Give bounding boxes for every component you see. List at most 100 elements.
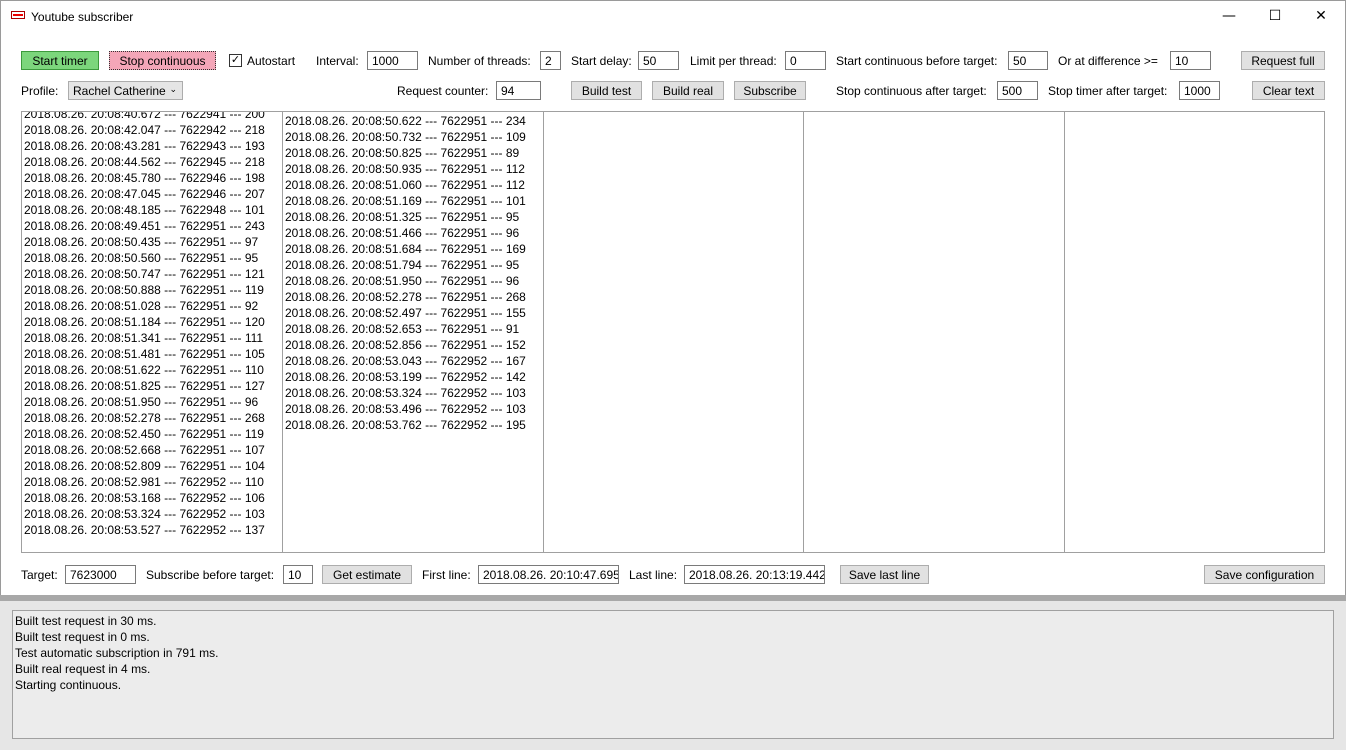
interval-input[interactable]: 1000	[367, 51, 418, 70]
list-item: 2018.08.26. 20:08:51.169 --- 7622951 ---…	[285, 194, 526, 208]
start-continuous-input[interactable]: 50	[1008, 51, 1048, 70]
list-item: 2018.08.26. 20:08:50.747 --- 7622951 ---…	[24, 267, 265, 281]
app-icon	[11, 11, 25, 19]
list-item: 2018.08.26. 20:08:53.527 --- 7622952 ---…	[24, 523, 265, 537]
list-item: 2018.08.26. 20:08:51.325 --- 7622951 ---…	[285, 210, 520, 224]
list-item: 2018.08.26. 20:08:51.794 --- 7622951 ---…	[285, 258, 520, 272]
clear-text-button[interactable]: Clear text	[1252, 81, 1325, 100]
list-item: 2018.08.26. 20:08:52.653 --- 7622951 ---…	[285, 322, 520, 336]
list-item: 2018.08.26. 20:08:48.185 --- 7622948 ---…	[24, 203, 265, 217]
start-delay-input[interactable]: 50	[638, 51, 679, 70]
start-continuous-label: Start continuous before target:	[836, 54, 998, 68]
save-last-line-button[interactable]: Save last line	[840, 565, 929, 584]
limit-per-thread-input[interactable]: 0	[785, 51, 826, 70]
list-item: 2018.08.26. 20:08:53.043 --- 7622952 ---…	[285, 354, 526, 368]
target-label: Target:	[21, 568, 58, 582]
log-panel-1[interactable]: 2018.08.26. 20:08:40.672 --- 7622941 ---…	[21, 111, 283, 553]
list-item: 2018.08.26. 20:08:50.825 --- 7622951 ---…	[285, 146, 520, 160]
list-item: 2018.08.26. 20:08:51.060 --- 7622951 ---…	[285, 178, 525, 192]
profile-select[interactable]: Rachel Catherine ⌄	[68, 81, 183, 100]
or-difference-input[interactable]: 10	[1170, 51, 1211, 70]
profile-select-value: Rachel Catherine	[73, 83, 166, 98]
log-panel-5[interactable]	[1064, 111, 1325, 553]
list-item: 2018.08.26. 20:08:51.028 --- 7622951 ---…	[24, 299, 259, 313]
subscribe-before-input[interactable]: 10	[283, 565, 313, 584]
list-item: 2018.08.26. 20:08:52.668 --- 7622951 ---…	[24, 443, 265, 457]
list-item: 2018.08.26. 20:08:53.199 --- 7622952 ---…	[285, 370, 526, 384]
list-item: 2018.08.26. 20:08:50.935 --- 7622951 ---…	[285, 162, 525, 176]
status-log-lines: Built test request in 30 ms. Built test r…	[13, 613, 1333, 693]
list-item: 2018.08.26. 20:08:53.324 --- 7622952 ---…	[285, 386, 526, 400]
maximize-button[interactable]: ☐	[1252, 1, 1298, 31]
start-timer-button[interactable]: Start timer	[21, 51, 99, 70]
start-delay-label: Start delay:	[571, 54, 632, 68]
list-item: 2018.08.26. 20:08:49.451 --- 7622951 ---…	[24, 219, 265, 233]
status-log[interactable]: Built test request in 30 ms. Built test r…	[12, 610, 1334, 739]
list-item: 2018.08.26. 20:08:42.047 --- 7622942 ---…	[24, 123, 265, 137]
request-full-button[interactable]: Request full	[1241, 51, 1325, 70]
list-item: 2018.08.26. 20:08:52.450 --- 7622951 ---…	[24, 427, 264, 441]
list-item: 2018.08.26. 20:08:51.684 --- 7622951 ---…	[285, 242, 526, 256]
first-line-label: First line:	[422, 568, 471, 582]
list-item: 2018.08.26. 20:08:53.324 --- 7622952 ---…	[24, 507, 265, 521]
autostart-checkbox[interactable]: ✓	[229, 54, 242, 67]
list-item: 2018.08.26. 20:08:52.856 --- 7622951 ---…	[285, 338, 526, 352]
list-item: 2018.08.26. 20:08:53.496 --- 7622952 ---…	[285, 402, 526, 416]
list-item: 2018.08.26. 20:08:51.184 --- 7622951 ---…	[24, 315, 265, 329]
close-button[interactable]: ✕	[1298, 1, 1344, 31]
get-estimate-button[interactable]: Get estimate	[322, 565, 412, 584]
list-item: 2018.08.26. 20:08:51.481 --- 7622951 ---…	[24, 347, 265, 361]
list-item: 2018.08.26. 20:08:50.622 --- 7622951 ---…	[285, 114, 526, 128]
window-title: Youtube subscriber	[31, 10, 134, 24]
threads-input[interactable]: 2	[540, 51, 561, 70]
stop-continuous-after-input[interactable]: 500	[997, 81, 1038, 100]
log-panel-4[interactable]	[803, 111, 1065, 553]
log-panel-3[interactable]	[543, 111, 804, 553]
save-configuration-button[interactable]: Save configuration	[1204, 565, 1325, 584]
list-item: 2018.08.26. 20:08:51.341 --- 7622951 ---…	[24, 331, 264, 345]
list-item: 2018.08.26. 20:08:51.466 --- 7622951 ---…	[285, 226, 520, 240]
list-item: 2018.08.26. 20:08:51.825 --- 7622951 ---…	[24, 379, 265, 393]
list-item: 2018.08.26. 20:08:50.732 --- 7622951 ---…	[285, 130, 526, 144]
subscribe-before-label: Subscribe before target:	[146, 568, 275, 582]
profile-label: Profile:	[21, 84, 59, 98]
list-item: 2018.08.26. 20:08:52.278 --- 7622951 ---…	[24, 411, 265, 425]
chevron-down-icon: ⌄	[169, 84, 177, 94]
list-item: 2018.08.26. 20:08:52.981 --- 7622952 ---…	[24, 475, 264, 489]
interval-label: Interval:	[316, 54, 359, 68]
build-real-button[interactable]: Build real	[652, 81, 724, 100]
request-counter-label: Request counter:	[397, 84, 489, 98]
subscribe-button[interactable]: Subscribe	[734, 81, 806, 100]
list-item: 2018.08.26. 20:08:50.888 --- 7622951 ---…	[24, 283, 264, 297]
list-item: 2018.08.26. 20:08:44.562 --- 7622945 ---…	[24, 155, 265, 169]
request-counter-input[interactable]: 94	[496, 81, 541, 100]
log-panel-1-lines: 2018.08.26. 20:08:40.672 --- 7622941 ---…	[22, 112, 282, 538]
list-item: 2018.08.26. 20:08:52.809 --- 7622951 ---…	[24, 459, 265, 473]
title-bar	[1, 1, 1345, 31]
limit-per-thread-label: Limit per thread:	[690, 54, 777, 68]
stop-continuous-after-label: Stop continuous after target:	[836, 84, 987, 98]
build-test-button[interactable]: Build test	[571, 81, 642, 100]
list-item: 2018.08.26. 20:08:52.497 --- 7622951 ---…	[285, 306, 526, 320]
list-item: 2018.08.26. 20:08:51.950 --- 7622951 ---…	[285, 274, 520, 288]
list-item: 2018.08.26. 20:08:50.560 --- 7622951 ---…	[24, 251, 259, 265]
list-item: 2018.08.26. 20:08:51.622 --- 7622951 ---…	[24, 363, 264, 377]
list-item: Built test request in 30 ms.	[15, 614, 157, 628]
target-input[interactable]: 7623000	[65, 565, 136, 584]
minimize-button[interactable]: —	[1206, 1, 1252, 31]
list-item: 2018.08.26. 20:08:45.780 --- 7622946 ---…	[24, 171, 265, 185]
first-line-input[interactable]: 2018.08.26. 20:10:47.695	[478, 565, 619, 584]
list-item: 2018.08.26. 20:08:53.762 --- 7622952 ---…	[285, 418, 526, 432]
list-item: 2018.08.26. 20:08:51.950 --- 7622951 ---…	[24, 395, 259, 409]
list-item: 2018.08.26. 20:08:52.278 --- 7622951 ---…	[285, 290, 526, 304]
or-difference-label: Or at difference >=	[1058, 54, 1158, 68]
last-line-input[interactable]: 2018.08.26. 20:13:19.442	[684, 565, 825, 584]
stop-continuous-button[interactable]: Stop continuous	[109, 51, 216, 70]
last-line-label: Last line:	[629, 568, 678, 582]
threads-label: Number of threads:	[428, 54, 531, 68]
stop-timer-after-input[interactable]: 1000	[1179, 81, 1220, 100]
log-panel-2[interactable]: 2018.08.26. 20:08:50.622 --- 7622951 ---…	[282, 111, 544, 553]
list-item: Starting continuous.	[15, 678, 122, 692]
list-item: Test automatic subscription in 791 ms.	[15, 646, 219, 660]
list-item: 2018.08.26. 20:08:53.168 --- 7622952 ---…	[24, 491, 265, 505]
